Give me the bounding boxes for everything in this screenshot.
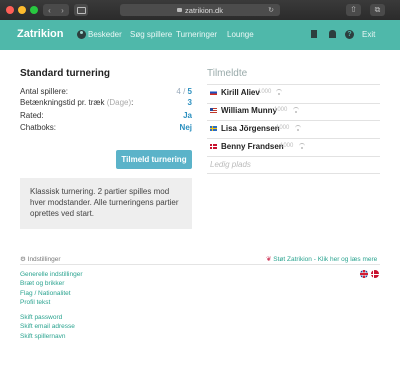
back-forward-buttons[interactable]: ‹ ›	[43, 4, 69, 16]
divider	[207, 173, 380, 174]
divider	[20, 264, 380, 265]
link-general-settings[interactable]: Generelle indstillinger	[20, 271, 83, 278]
support-link[interactable]: ❦ Støt Zatrikion - Klik her og læs mere	[266, 255, 377, 263]
link-change-username[interactable]: Skift spillernavn	[20, 333, 66, 340]
info-value-players: 4 / 5	[176, 87, 192, 96]
link-change-password[interactable]: Skift password	[20, 314, 62, 321]
divider	[207, 103, 380, 104]
info-label: Betænkningstid pr. træk	[20, 98, 105, 107]
join-tournament-button[interactable]: Tilmeld turnering	[116, 150, 192, 169]
divider	[207, 84, 380, 85]
link-flag-nationality[interactable]: Flag / Nationalitet	[20, 290, 71, 297]
address-bar[interactable]: zatrikion.dk ↻	[120, 4, 280, 16]
brand-logo[interactable]: Zatrikion	[17, 28, 63, 40]
nav-tournaments[interactable]: Turneringer	[176, 30, 217, 39]
info-label: Antal spillere:	[20, 87, 69, 96]
link-board-pieces[interactable]: Bræt og brikker	[20, 280, 64, 287]
gear-icon: ⚙	[20, 256, 26, 263]
info-value-chat: Nej	[179, 123, 192, 132]
player-row[interactable]: Kirill Aliev 1000	[207, 88, 380, 100]
tabs-overview-icon[interactable]: ⧉	[370, 4, 385, 16]
exit-link[interactable]: Exit	[362, 30, 375, 39]
player-row[interactable]: Benny Frandsen 1000	[207, 142, 380, 154]
player-name[interactable]: Lisa Jörgensen	[221, 124, 280, 133]
share-icon[interactable]: ⇧	[346, 4, 361, 16]
tournament-title: Standard turnering	[20, 68, 111, 79]
player-rating: 1000	[276, 125, 290, 131]
empty-slot: Ledig plads	[210, 160, 251, 169]
back-icon[interactable]: ‹	[48, 6, 51, 15]
forward-icon[interactable]: ›	[61, 6, 64, 15]
player-rating: 1000	[258, 89, 272, 95]
link-change-email[interactable]: Skift email adresse	[20, 323, 75, 330]
nav-messages[interactable]: Beskeder	[88, 30, 122, 39]
player-name[interactable]: William Munny	[221, 106, 277, 115]
settings-heading: ⚙ Indstillinger	[20, 256, 61, 263]
close-window-button[interactable]	[6, 6, 14, 14]
info-row-time: Betænkningstid pr. træk (Dage): 3	[20, 98, 192, 107]
flag-icon	[210, 144, 217, 149]
divider	[207, 120, 380, 121]
flag-icon	[210, 108, 217, 113]
browser-toolbar: ‹ › zatrikion.dk ↻ ⇧ ⧉	[0, 0, 400, 20]
info-label: Chatboks:	[20, 123, 57, 132]
language-english-icon[interactable]	[360, 270, 368, 278]
connection-icon	[276, 89, 282, 95]
reload-icon[interactable]: ↻	[268, 6, 274, 14]
info-row-rated: Rated: Ja	[20, 111, 192, 121]
connection-icon	[293, 107, 299, 113]
nav-lounge[interactable]: Lounge	[227, 30, 254, 39]
info-row-players: Antal spillere: 4 / 5	[20, 87, 192, 97]
connection-icon	[299, 143, 305, 149]
gift-icon: ❦	[266, 256, 272, 263]
player-row[interactable]: William Munny 1000	[207, 106, 380, 118]
info-row-chat: Chatboks: Nej	[20, 123, 192, 133]
player-name[interactable]: Kirill Aliev	[221, 88, 260, 97]
user-icon[interactable]	[77, 30, 86, 39]
url-text: zatrikion.dk	[185, 5, 223, 15]
connection-icon	[295, 125, 301, 131]
registered-title: Tilmeldte	[207, 68, 248, 79]
help-icon[interactable]: ?	[345, 30, 354, 39]
lock-icon	[177, 8, 183, 12]
bell-icon[interactable]	[329, 30, 336, 38]
maximize-window-button[interactable]	[30, 6, 38, 14]
player-rating: 1000	[274, 107, 288, 113]
divider	[207, 138, 380, 139]
site-navbar: Zatrikion Beskeder Søg spillere Turnerin…	[0, 20, 400, 50]
info-note: (Dage)	[106, 98, 132, 107]
sidebar-toggle-icon[interactable]	[74, 4, 88, 16]
flag-icon	[210, 126, 217, 131]
flag-icon	[210, 90, 217, 95]
info-value-time: 3	[187, 98, 192, 107]
document-icon[interactable]	[311, 30, 317, 38]
tournament-description: Klassisk turnering. 2 partier spilles mo…	[20, 178, 192, 229]
info-label: Rated:	[20, 111, 44, 120]
divider	[207, 156, 380, 157]
nav-search-players[interactable]: Søg spillere	[130, 30, 172, 39]
minimize-window-button[interactable]	[18, 6, 26, 14]
player-row[interactable]: Lisa Jörgensen 1000	[207, 124, 380, 136]
language-danish-icon[interactable]	[371, 270, 379, 278]
player-name[interactable]: Benny Frandsen	[221, 142, 284, 151]
player-rating: 1000	[280, 143, 294, 149]
link-profile-text[interactable]: Profil tekst	[20, 299, 50, 306]
info-value-rated: Ja	[183, 111, 192, 120]
